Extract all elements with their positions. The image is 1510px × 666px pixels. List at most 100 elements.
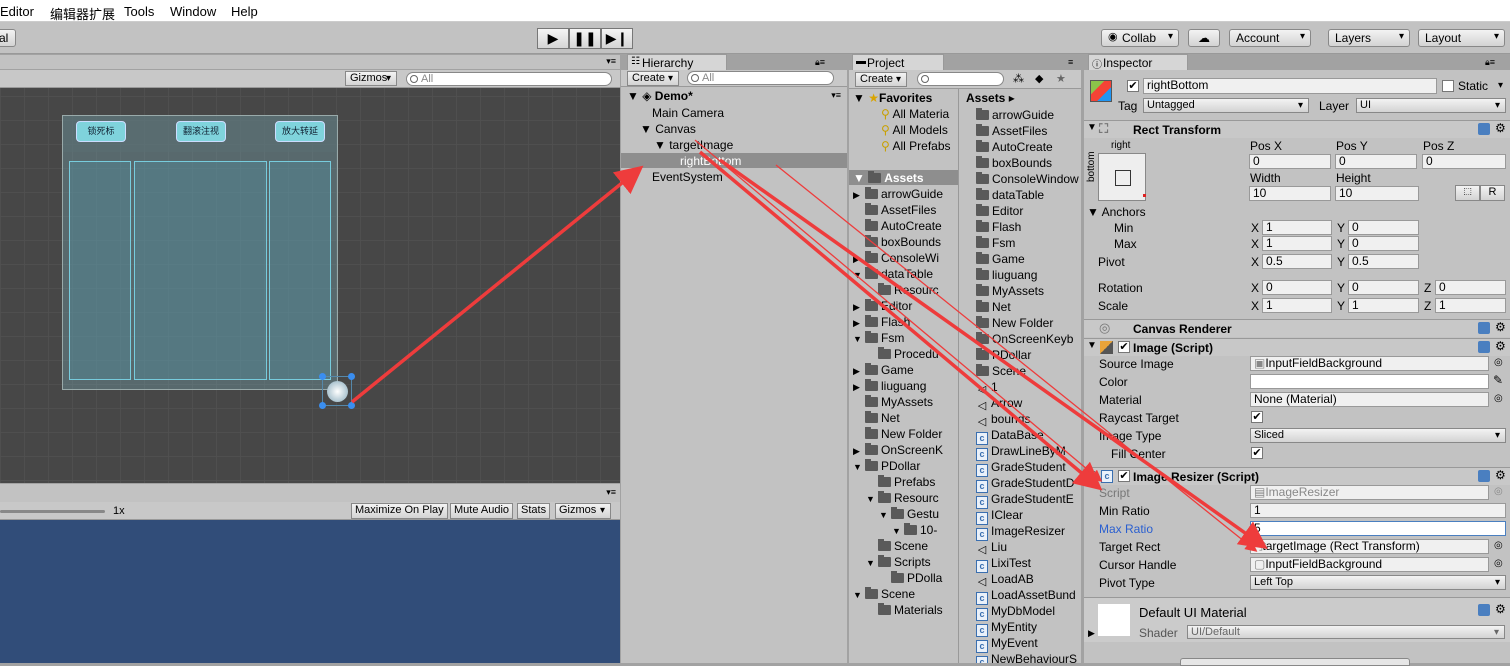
asset-item[interactable]: c GradeStudentD bbox=[976, 476, 1074, 493]
step-icon[interactable]: ▶❙ bbox=[601, 28, 633, 49]
asset-item[interactable]: dataTable bbox=[976, 188, 1044, 202]
target-rect-field[interactable]: ⛶targetImage (Rect Transform) bbox=[1250, 539, 1489, 554]
project-create-dropdown[interactable]: Create bbox=[855, 72, 907, 87]
project-folder-item[interactable]: Materials bbox=[866, 603, 943, 617]
ui-button-3[interactable]: 放大转延 bbox=[275, 121, 325, 142]
fill-center-checkbox[interactable]: ✔ bbox=[1251, 447, 1263, 459]
asset-item[interactable]: c DataBase bbox=[976, 428, 1044, 445]
asset-item[interactable]: ◁ bounds bbox=[976, 412, 1031, 429]
project-folder-item[interactable]: ▼ Fsm bbox=[853, 331, 904, 345]
menu-help[interactable]: Help bbox=[231, 4, 258, 19]
resizer-enabled-checkbox[interactable]: ✔ bbox=[1118, 470, 1130, 482]
project-folder-item[interactable]: Net bbox=[853, 411, 900, 425]
project-folder-item[interactable]: ▶ ConsoleWi bbox=[853, 251, 939, 265]
project-folder-item[interactable]: ▼ 10- bbox=[892, 523, 937, 537]
assets-breadcrumb[interactable]: Assets ▸ bbox=[966, 91, 1015, 105]
help-icon[interactable] bbox=[1478, 123, 1490, 135]
asset-item[interactable]: ◁ Liu bbox=[976, 540, 1007, 557]
settings-gear-icon[interactable]: ⚙ bbox=[1495, 468, 1506, 482]
project-folder-item[interactable]: MyAssets bbox=[853, 395, 933, 409]
settings-gear-icon[interactable]: ⚙ bbox=[1495, 320, 1506, 334]
image-type-dropdown[interactable]: Sliced bbox=[1250, 428, 1506, 443]
game-gizmos-dropdown[interactable]: Gizmos bbox=[555, 503, 611, 519]
height-field[interactable]: 10 bbox=[1335, 186, 1419, 201]
asset-item[interactable]: ◁ LoadAB bbox=[976, 572, 1034, 589]
asset-item[interactable]: c MyEntity bbox=[976, 620, 1037, 637]
scene-search-input[interactable]: All bbox=[406, 72, 612, 86]
scale-z-field[interactable]: 1 bbox=[1435, 298, 1506, 313]
project-folder-item[interactable]: ▼ PDollar bbox=[853, 459, 920, 473]
hierarchy-item-right-bottom[interactable]: rightBottom bbox=[680, 154, 741, 168]
shader-dropdown[interactable]: UI/Default bbox=[1187, 625, 1505, 639]
anchor-min-x-field[interactable]: 1 bbox=[1262, 220, 1332, 235]
project-search-input[interactable] bbox=[917, 72, 1004, 86]
scale-x-field[interactable]: 1 bbox=[1262, 298, 1332, 313]
filter-type-icon[interactable]: ⁂ bbox=[1013, 72, 1024, 85]
asset-item[interactable]: arrowGuide bbox=[976, 108, 1054, 122]
canvas-renderer-header[interactable]: ◎ Canvas Renderer ⚙ bbox=[1084, 319, 1510, 337]
asset-item[interactable]: c ImageResizer bbox=[976, 524, 1065, 541]
scale-slider[interactable] bbox=[0, 510, 105, 513]
lock-icon[interactable]: 🔒︎≡ bbox=[1485, 57, 1495, 68]
asset-item[interactable]: OnScreenKeyb bbox=[976, 332, 1073, 346]
asset-item[interactable]: Scene bbox=[976, 364, 1026, 378]
active-checkbox[interactable]: ✔ bbox=[1127, 80, 1139, 92]
settings-gear-icon[interactable]: ⚙ bbox=[1495, 339, 1506, 353]
project-folder-item[interactable]: AutoCreate bbox=[853, 219, 942, 233]
object-picker-icon[interactable]: ◎ bbox=[1494, 357, 1503, 368]
ui-button-2[interactable]: 翻滚注视 bbox=[176, 121, 226, 142]
anchor-min-y-field[interactable]: 0 bbox=[1348, 220, 1419, 235]
right-bottom-handle[interactable] bbox=[319, 373, 355, 409]
filter-label-icon[interactable]: ◆ bbox=[1035, 72, 1043, 85]
asset-item[interactable]: c IClear bbox=[976, 508, 1023, 525]
asset-item[interactable]: liuguang bbox=[976, 268, 1037, 282]
favorite-item[interactable]: ⚲ All Prefabs bbox=[881, 139, 951, 153]
hierarchy-item-target-image[interactable]: ▼ targetImage bbox=[654, 138, 733, 152]
asset-item[interactable]: c MyEvent bbox=[976, 636, 1038, 653]
asset-item[interactable]: c MyDbModel bbox=[976, 604, 1055, 621]
collab-button[interactable]: ◉ Collab bbox=[1101, 29, 1179, 47]
asset-item[interactable]: c GradeStudentE bbox=[976, 492, 1074, 509]
ui-button-1[interactable]: 锁死标 bbox=[76, 121, 126, 142]
anchor-presets-button[interactable] bbox=[1098, 153, 1146, 201]
raycast-checkbox[interactable]: ✔ bbox=[1251, 411, 1263, 423]
scene-menu-icon[interactable]: ▾≡ bbox=[831, 90, 841, 101]
hierarchy-item-event-system[interactable]: EventSystem bbox=[652, 170, 723, 184]
rotation-y-field[interactable]: 0 bbox=[1348, 280, 1419, 295]
posx-field[interactable]: 0 bbox=[1249, 154, 1331, 169]
tag-dropdown[interactable]: Untagged bbox=[1143, 98, 1309, 113]
pause-icon[interactable]: ❚❚ bbox=[569, 28, 601, 49]
project-folder-item[interactable]: ▶ Game bbox=[853, 363, 914, 377]
anchors-label[interactable]: ▼ Anchors bbox=[1087, 205, 1146, 219]
color-field[interactable] bbox=[1250, 374, 1489, 389]
pivot-local-button[interactable]: al bbox=[0, 29, 16, 47]
project-folder-item[interactable]: AssetFiles bbox=[853, 203, 936, 217]
blueprint-mode-button[interactable]: ⬚ bbox=[1455, 185, 1480, 201]
object-name-field[interactable]: rightBottom bbox=[1143, 78, 1437, 94]
asset-item[interactable]: PDollar bbox=[976, 348, 1031, 362]
cursor-handle-field[interactable]: ▢InputFieldBackground bbox=[1250, 557, 1489, 572]
image-resizer-header[interactable]: ▼ c ✔ Image Resizer (Script) ⚙ bbox=[1084, 467, 1510, 485]
project-folder-item[interactable]: PDolla bbox=[879, 571, 942, 585]
play-icon[interactable]: ▶ bbox=[537, 28, 569, 49]
anchor-max-y-field[interactable]: 0 bbox=[1348, 236, 1419, 251]
object-picker-icon[interactable]: ◎ bbox=[1494, 540, 1503, 551]
image-script-header[interactable]: ▼ ✔ Image (Script) ⚙ bbox=[1084, 338, 1510, 356]
favorites-header[interactable]: ▼ ★Favorites bbox=[853, 91, 932, 105]
project-folder-item[interactable]: ▶ OnScreenK bbox=[853, 443, 943, 457]
asset-item[interactable]: Flash bbox=[976, 220, 1021, 234]
scene-root-demo[interactable]: ▼ ◈ Demo* bbox=[627, 89, 693, 103]
help-icon[interactable] bbox=[1478, 322, 1490, 334]
canvas-panel[interactable]: 锁死标 翻滚注视 放大转延 bbox=[62, 115, 338, 390]
add-component-button[interactable] bbox=[1180, 658, 1410, 666]
pivot-y-field[interactable]: 0.5 bbox=[1348, 254, 1419, 269]
menu-editor-ext[interactable]: 编辑器扩展 bbox=[50, 4, 115, 23]
menu-window[interactable]: Window bbox=[170, 4, 216, 19]
project-folder-item[interactable]: ▼ Resourc bbox=[866, 491, 939, 505]
project-folder-item[interactable]: ▶ arrowGuide bbox=[853, 187, 943, 201]
asset-item[interactable]: c NewBehaviourS bbox=[976, 652, 1077, 663]
lock-icon[interactable]: 🔒︎≡ bbox=[815, 57, 825, 68]
object-picker-icon[interactable]: ◎ bbox=[1494, 558, 1503, 569]
settings-gear-icon[interactable]: ⚙ bbox=[1495, 121, 1506, 135]
hierarchy-create-dropdown[interactable]: Create bbox=[627, 71, 679, 86]
